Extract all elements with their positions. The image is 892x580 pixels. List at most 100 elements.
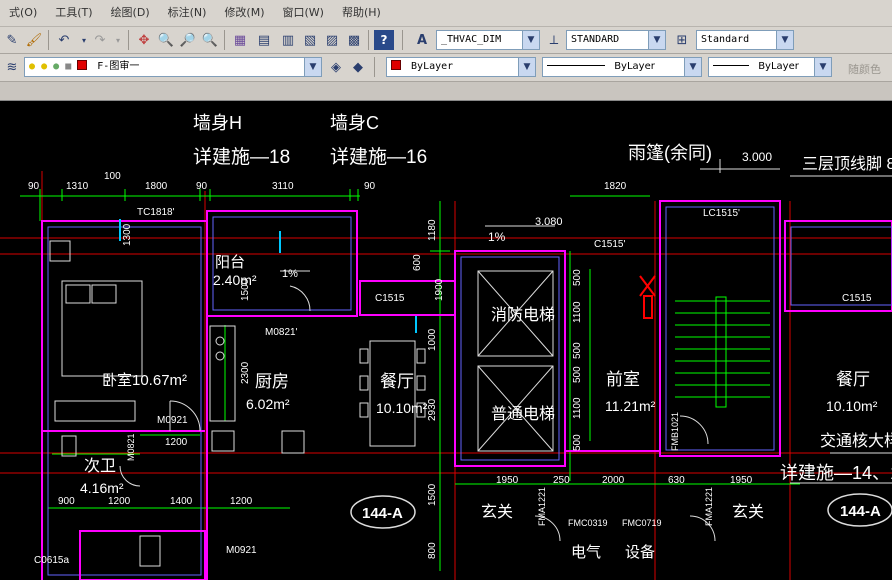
- zoom-realtime-icon[interactable]: 🔍: [156, 30, 176, 50]
- lobby-area: 11.21m²: [605, 398, 656, 414]
- dim-250: 250: [553, 475, 570, 486]
- code-c1515-right: C1515: [842, 293, 872, 304]
- kitchen-label: 厨房: [255, 372, 289, 391]
- code-fmc0319: FMC0319: [568, 518, 608, 528]
- calculator-icon[interactable]: ▩: [344, 30, 364, 50]
- dim-style-select[interactable]: _THVAC_DIM ▼: [436, 30, 540, 50]
- dim-top-4: 90: [196, 181, 208, 192]
- bathroom-label: 次卫: [84, 457, 116, 475]
- equipment-room-label: 设备: [625, 544, 655, 561]
- code-fmb1021: FMB1021: [670, 412, 680, 451]
- text-style-select[interactable]: STANDARD ▼: [566, 30, 666, 50]
- menu-help[interactable]: 帮助(H): [333, 0, 390, 26]
- floor-plan[interactable]: 墙身H 墙身C 详建施—18 详建施—16 雨篷(余同) 3.000 三层顶线脚…: [0, 101, 892, 580]
- menu-dimension[interactable]: 标注(N): [159, 0, 216, 26]
- linetype-select[interactable]: ByLayer ▼: [542, 57, 702, 77]
- dim-1200: 1200: [165, 437, 188, 448]
- dim-1300: 1300: [122, 223, 133, 246]
- redo-dropdown-icon[interactable]: ▾: [108, 30, 128, 50]
- canopy-label: 雨篷(余同): [628, 143, 712, 163]
- lineweight-preview: [713, 65, 749, 66]
- layer-manager-icon[interactable]: ≋: [2, 57, 22, 77]
- dim-top-0: 90: [28, 181, 40, 192]
- lineweight-select[interactable]: ByLayer ▼: [708, 57, 832, 77]
- canopy-elevation: 3.000: [742, 150, 772, 164]
- markup-icon[interactable]: ▨: [322, 30, 342, 50]
- color-swatch: [391, 60, 401, 70]
- layer-previous-icon[interactable]: ◆: [348, 57, 368, 77]
- dim-1200b: 1200: [230, 496, 253, 507]
- canopy-slope: 1%: [488, 230, 506, 244]
- pencil-icon[interactable]: ✎: [2, 30, 22, 50]
- balcony-label: 阳台: [215, 254, 245, 271]
- dim-1900: 1900: [434, 278, 445, 301]
- chevron-down-icon[interactable]: ▼: [518, 58, 535, 76]
- tool-palette-icon[interactable]: ▥: [278, 30, 298, 50]
- chevron-down-icon[interactable]: ▼: [648, 31, 665, 49]
- code-c1515-left: C1515: [375, 293, 405, 304]
- detail-16-label: 详建施—16: [330, 146, 427, 168]
- dim-500a: 500: [572, 269, 583, 286]
- top-line-label: 三层顶线脚 8.6: [802, 155, 892, 173]
- brush-icon[interactable]: 🖌: [24, 30, 44, 50]
- drawing-canvas[interactable]: 墙身H 墙身C 详建施—18 详建施—16 雨篷(余同) 3.000 三层顶线脚…: [0, 101, 892, 580]
- stairs: [675, 296, 770, 408]
- dim-1400: 1400: [170, 496, 193, 507]
- dining-right-label: 餐厅: [836, 370, 870, 389]
- code-fma1221-left: FMA1221: [537, 487, 547, 526]
- dim-1100a: 1100: [572, 301, 583, 323]
- menu-modify[interactable]: 修改(M): [215, 0, 273, 26]
- dim-top-1: 1310: [66, 181, 89, 192]
- undo-icon[interactable]: ↶: [54, 30, 74, 50]
- canopy-elevation-2: 3.080: [535, 216, 563, 228]
- leader-lines: [280, 159, 892, 484]
- code-c1515-mid: C1515': [594, 239, 625, 250]
- code-m0921b: M0921: [226, 545, 257, 556]
- chevron-down-icon[interactable]: ▼: [776, 31, 793, 49]
- sun-icon: ●: [41, 61, 48, 72]
- table-style-select[interactable]: Standard ▼: [696, 30, 794, 50]
- core-note-label: 交通核大样: [820, 432, 892, 450]
- menu-window[interactable]: 窗口(W): [274, 0, 333, 26]
- plot-style-select[interactable]: 随颜色: [848, 61, 881, 77]
- dim-1950b: 1950: [730, 475, 753, 486]
- standard-toolbar: ✎ 🖌 ↶ ▾ ↷ ▾ ✥ 🔍 🔎 🔍 ▦ ▤ ▥ ▧ ▨ ▩ ? A _THV…: [0, 27, 892, 54]
- pan-icon[interactable]: ✥: [134, 30, 154, 50]
- text-style-icon[interactable]: A: [412, 30, 432, 50]
- chevron-down-icon[interactable]: ▼: [522, 31, 539, 49]
- chevron-down-icon[interactable]: ▼: [684, 58, 701, 76]
- dining-right-area: 10.10m²: [826, 398, 878, 414]
- color-select[interactable]: ByLayer ▼: [386, 57, 536, 77]
- linetype-preview: [547, 65, 605, 66]
- wall-c-label: 墙身C: [330, 113, 379, 133]
- bedroom-label: 卧室10.67m²: [102, 372, 187, 389]
- dim-800: 800: [427, 542, 438, 559]
- menu-bar: 式(O) 工具(T) 绘图(D) 标注(N) 修改(M) 窗口(W) 帮助(H): [0, 0, 892, 27]
- dim-600: 600: [412, 254, 423, 271]
- design-center-icon[interactable]: ▤: [254, 30, 274, 50]
- redo-icon[interactable]: ↷: [90, 30, 110, 50]
- code-c0615: C0615a: [34, 555, 69, 566]
- dining-area: 10.10m²: [376, 400, 428, 416]
- menu-draw[interactable]: 绘图(D): [102, 0, 159, 26]
- code-fma1221-right: FMA1221: [704, 487, 714, 526]
- table-style-icon[interactable]: ⊞: [672, 30, 692, 50]
- code-lc1515: LC1515': [703, 208, 740, 219]
- dim-1000: 1000: [427, 328, 438, 351]
- sheet-set-icon[interactable]: ▧: [300, 30, 320, 50]
- make-current-icon[interactable]: ◈: [326, 57, 346, 77]
- chevron-down-icon[interactable]: ▼: [814, 58, 831, 76]
- properties-icon[interactable]: ▦: [230, 30, 250, 50]
- chevron-down-icon[interactable]: ▼: [304, 58, 321, 76]
- fire-elevator-label: 消防电梯: [491, 306, 555, 324]
- layer-select[interactable]: ● ● ● ■ F-图审一 ▼: [24, 57, 322, 77]
- dim-2930: 2930: [427, 398, 438, 421]
- zoom-window-icon[interactable]: 🔎: [178, 30, 198, 50]
- zoom-previous-icon[interactable]: 🔍: [200, 30, 220, 50]
- bathroom-area: 4.16m²: [80, 480, 124, 496]
- help-icon[interactable]: ?: [374, 30, 394, 50]
- dim-style-icon[interactable]: ⟂: [544, 30, 564, 50]
- menu-format[interactable]: 式(O): [0, 0, 46, 26]
- menu-tools[interactable]: 工具(T): [46, 0, 101, 26]
- kitchen-area: 6.02m²: [246, 396, 290, 412]
